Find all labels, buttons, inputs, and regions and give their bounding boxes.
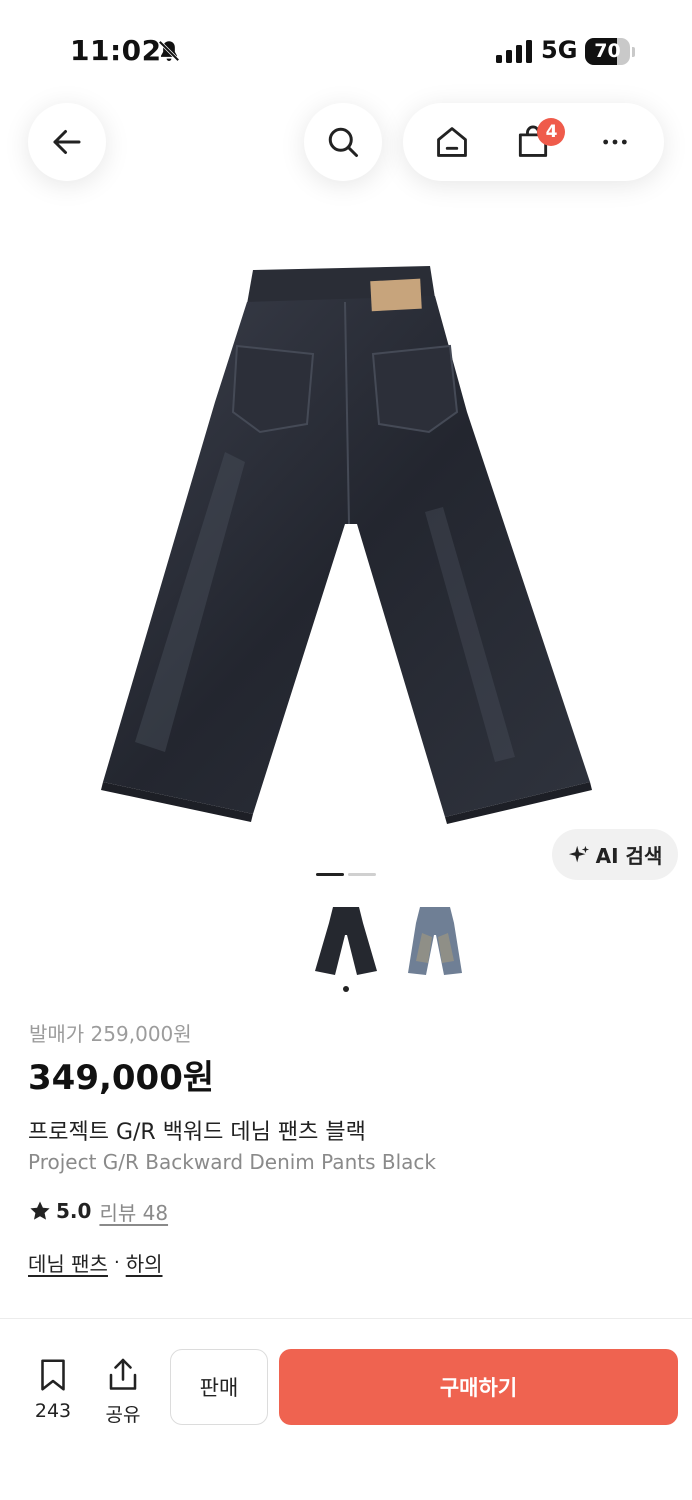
product-title-ko: 프로젝트 G/R 백워드 데님 팬츠 블랙: [28, 1120, 366, 1145]
cart-count-badge: 4: [537, 118, 566, 146]
cart-button[interactable]: 4: [503, 112, 566, 172]
product-title-en: Project G/R Backward Denim Pants Black: [28, 1150, 436, 1174]
bookmark-icon: [41, 1359, 65, 1391]
battery-icon: 70: [585, 38, 635, 66]
ai-search-label: AI 검색: [595, 844, 663, 868]
more-icon: [603, 139, 627, 145]
home-icon: [436, 127, 467, 157]
category-link-bottoms[interactable]: 하의: [126, 1248, 163, 1277]
price: 349,000원: [28, 1058, 215, 1098]
search-button[interactable]: [304, 103, 382, 181]
thumbnail-selected-indicator: [343, 986, 349, 992]
nav-actions: 4: [403, 103, 664, 181]
share-button[interactable]: 공유: [98, 1356, 148, 1426]
ai-search-button[interactable]: AI 검색: [552, 829, 678, 880]
share-icon: [109, 1358, 137, 1390]
thumbnail-blue-jeans[interactable]: [402, 903, 468, 977]
product-image[interactable]: [95, 262, 595, 824]
share-label: 공유: [105, 1404, 141, 1426]
review-link[interactable]: 리뷰 48: [99, 1197, 168, 1226]
sparkle-icon: [568, 845, 589, 862]
home-button[interactable]: [422, 112, 482, 172]
bell-off-icon: [158, 40, 180, 62]
gallery-pager-active: [316, 873, 344, 876]
arrow-left-icon: [53, 130, 81, 154]
thumbnail-black-jeans[interactable]: [313, 903, 379, 977]
battery-level: 70: [594, 40, 621, 62]
signal-icon: [496, 40, 532, 63]
divider: [0, 1318, 692, 1319]
more-button[interactable]: [585, 112, 645, 172]
status-time: 11:02: [70, 34, 162, 67]
category-link-denim-pants[interactable]: 데님 팬츠: [28, 1248, 108, 1277]
back-button[interactable]: [28, 103, 106, 181]
search-icon: [328, 127, 358, 157]
release-price: 발매가 259,000원: [29, 1022, 192, 1046]
category-breadcrumb: 데님 팬츠 · 하의: [28, 1248, 163, 1277]
star-icon: [30, 1201, 50, 1220]
network-label: 5G: [541, 36, 578, 64]
sell-button[interactable]: 판매: [170, 1349, 268, 1425]
buy-button[interactable]: 구매하기: [279, 1349, 678, 1425]
rating-row: 5.0 리뷰 48: [28, 1196, 168, 1226]
status-bar: 11:02 5G 70: [0, 0, 692, 100]
category-separator: ·: [113, 1252, 120, 1273]
gallery-pager-inactive: [348, 873, 376, 876]
bookmark-button[interactable]: 243: [28, 1356, 78, 1426]
bookmark-count: 243: [34, 1400, 72, 1422]
rating-score: 5.0: [56, 1199, 92, 1223]
